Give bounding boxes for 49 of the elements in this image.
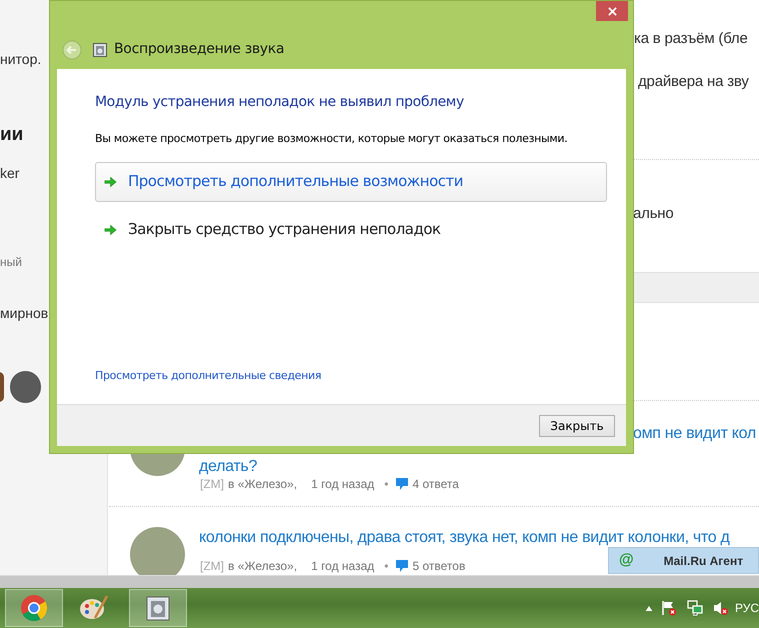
speech-bubble-icon bbox=[396, 560, 408, 572]
arrow-icon bbox=[104, 224, 117, 236]
taskbar-button[interactable] bbox=[5, 589, 63, 627]
palette-icon bbox=[79, 594, 109, 622]
close-button[interactable] bbox=[596, 1, 628, 21]
topic-time: 1 год назад bbox=[311, 476, 374, 493]
post-text: ка в разъём (бле bbox=[634, 29, 748, 49]
taskbar-button[interactable] bbox=[129, 589, 187, 627]
topic-author: [ZM] bbox=[200, 476, 224, 493]
language-indicator[interactable]: РУС bbox=[734, 599, 759, 617]
dialog-heading: Модуль устранения неполадок не выявил проблему bbox=[95, 93, 465, 112]
close-dialog-button[interactable]: Закрыть bbox=[539, 414, 615, 436]
section-heading: ии bbox=[0, 123, 24, 147]
notification-popup[interactable]: @ Mail.Ru Агент bbox=[608, 547, 759, 574]
flag-error-icon[interactable] bbox=[660, 600, 677, 616]
separator-dot: • bbox=[384, 476, 388, 493]
round-browser-icon bbox=[20, 594, 48, 622]
post-text: драйвера на зву bbox=[638, 72, 749, 92]
sidebar-text: нитор. bbox=[0, 50, 42, 69]
at-sign-icon: @ bbox=[619, 549, 634, 572]
sidebar-text: мирнов bbox=[0, 304, 48, 323]
muted-speaker-icon[interactable] bbox=[712, 600, 729, 616]
arrow-icon bbox=[104, 176, 117, 188]
reply-count: 4 ответа bbox=[412, 476, 459, 493]
details-link[interactable]: Просмотреть дополнительные сведения bbox=[95, 368, 322, 384]
speaker-window-icon bbox=[144, 594, 172, 622]
network-monitor-icon[interactable] bbox=[686, 600, 703, 616]
option-link[interactable]: Закрыть средство устранения неполадок bbox=[95, 210, 607, 250]
reply-count: 5 ответов bbox=[412, 558, 466, 575]
speaker-window-icon bbox=[93, 42, 107, 56]
topic-link[interactable]: колонки подключены, драва стоят, звука нет, комп не видит колонки, что д bbox=[199, 526, 730, 550]
sidebar-text: ный bbox=[0, 254, 22, 271]
option-link[interactable]: Просмотреть дополнительные возможности bbox=[95, 162, 607, 202]
topic-link[interactable]: омп не видит кол bbox=[633, 422, 756, 446]
sidebar-text: ker bbox=[0, 164, 20, 183]
close-icon bbox=[608, 6, 616, 16]
notification-title: Mail.Ru Агент bbox=[664, 552, 744, 570]
topic-forum: в «Железо», bbox=[228, 476, 298, 493]
topic-author: [ZM] bbox=[200, 558, 224, 575]
dialog-description: Вы можете просмотреть другие возможности, которые могут оказаться полезными. bbox=[95, 131, 568, 147]
speech-bubble-icon bbox=[396, 478, 408, 490]
topic-link[interactable]: делать? bbox=[199, 455, 258, 479]
window-title: Воспроизведение звука bbox=[114, 40, 284, 59]
post-text: ально bbox=[633, 204, 674, 224]
topic-time: 1 год назад bbox=[311, 558, 374, 575]
horizontal-scrollbar[interactable] bbox=[0, 575, 759, 588]
separator-dot: • bbox=[384, 558, 388, 575]
topic-forum: в «Железо», bbox=[228, 558, 298, 575]
show-hidden-icons-icon[interactable] bbox=[644, 606, 653, 610]
